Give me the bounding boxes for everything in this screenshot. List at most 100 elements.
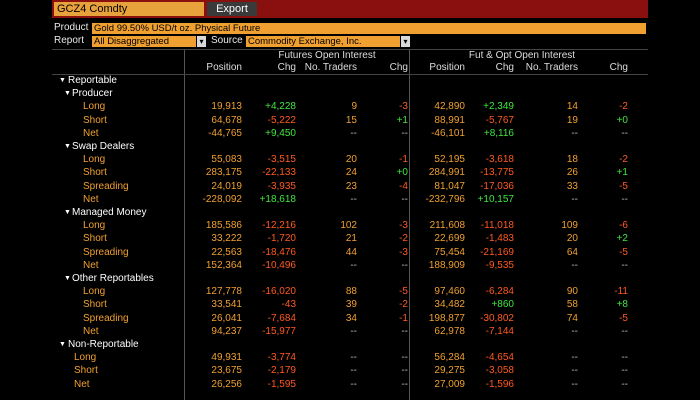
title-bar: GCZ4 Comdty Export xyxy=(52,0,648,18)
table-cell: -17,036 xyxy=(480,180,514,192)
table-cell: 52,195 xyxy=(434,154,465,166)
table-cell: 90 xyxy=(566,286,578,298)
table-cell: -1 xyxy=(399,312,408,324)
row-label: Net xyxy=(83,259,99,271)
table-cell: -2 xyxy=(399,233,408,245)
row-label: Net xyxy=(83,325,99,337)
table-cell: -16,020 xyxy=(262,286,296,298)
export-button[interactable]: Export xyxy=(207,2,257,16)
table-cell: -5 xyxy=(399,286,408,298)
ticker-field[interactable]: GCZ4 Comdty xyxy=(54,2,204,16)
subgroup-label: Producer xyxy=(72,88,113,100)
table-cell: -3,618 xyxy=(485,154,514,166)
table-cell: -7,684 xyxy=(267,312,296,324)
table-cell: -- xyxy=(350,193,357,205)
table-cell: -4 xyxy=(399,180,408,192)
table-cell: -5 xyxy=(619,312,628,324)
table-row: Long 55,083 -3,515 20 -1 52,195 -3,618 18 -2 xyxy=(52,153,648,166)
table-row: Net -228,092 +18,618 -- -- -232,796 +10,157 -- -… xyxy=(52,193,648,206)
table-cell: 152,364 xyxy=(205,259,242,271)
table-row: Long 49,931 -3,774 -- -- 56,284 -4,654 -- -- xyxy=(52,351,648,364)
row-label: Long xyxy=(83,286,106,298)
row-label: Short xyxy=(83,233,107,245)
group-row[interactable]: ▼ Non-Reportable xyxy=(52,338,648,351)
col-traders[interactable]: No. Traders xyxy=(302,62,357,74)
table-cell: -3 xyxy=(399,220,408,232)
col-chg-fo[interactable]: Chg xyxy=(472,62,514,74)
table-cell: -- xyxy=(621,352,628,364)
collapse-icon[interactable]: ▼ xyxy=(64,206,71,219)
table-cell: -- xyxy=(571,259,578,271)
table-cell: 26 xyxy=(566,167,578,179)
col-chg[interactable]: Chg xyxy=(252,62,296,74)
table-row: Net 94,237 -15,977 -- -- 62,978 -7,144 -- -- xyxy=(52,325,648,338)
col-traders-fo[interactable]: No. Traders xyxy=(522,62,578,74)
table-cell: -- xyxy=(571,365,578,377)
table-cell: -- xyxy=(621,365,628,377)
table-row: Long 127,778 -16,020 88 -5 97,460 -6,284 90 -11 xyxy=(52,285,648,298)
table-cell: 42,890 xyxy=(434,101,465,113)
table-cell: 27,009 xyxy=(434,378,465,390)
table-cell: -- xyxy=(401,325,408,337)
table-cell: -13,775 xyxy=(480,167,514,179)
chevron-down-icon[interactable]: ▾ xyxy=(197,36,206,47)
source-select[interactable]: Commodity Exchange, Inc. xyxy=(246,36,400,47)
collapse-icon[interactable]: ▼ xyxy=(59,74,66,87)
table-cell: -228,092 xyxy=(202,193,242,205)
subgroup-row[interactable]: ▼ Producer xyxy=(52,87,648,100)
table-cell: 22,563 xyxy=(211,246,242,258)
table-cell: 58 xyxy=(566,299,578,311)
table-cell: 94,237 xyxy=(211,325,242,337)
table-cell: 24,019 xyxy=(211,180,242,192)
report-select[interactable]: All Disaggregated xyxy=(92,36,196,47)
row-label: Net xyxy=(74,378,90,390)
table-cell: 55,083 xyxy=(211,154,242,166)
collapse-icon[interactable]: ▼ xyxy=(64,87,71,100)
row-label: Spreading xyxy=(83,312,129,324)
table-cell: -- xyxy=(621,325,628,337)
table-cell: 33,222 xyxy=(211,233,242,245)
futopt-group-header: Fut & Opt Open Interest xyxy=(468,50,576,61)
table-row: Spreading 26,041 -7,684 34 -1 198,877 -30,802 7… xyxy=(52,312,648,325)
table-cell: -3,935 xyxy=(267,180,296,192)
table-cell: 20 xyxy=(566,233,578,245)
col-chg2-fo[interactable]: Chg xyxy=(592,62,628,74)
source-label: Source xyxy=(211,35,243,46)
table-cell: 39 xyxy=(345,299,357,311)
table-cell: -6 xyxy=(619,220,628,232)
subgroup-row[interactable]: ▼ Other Reportables xyxy=(52,272,648,285)
col-position-fo[interactable]: Position xyxy=(412,62,465,74)
table-row: Short 33,541 -43 39 -2 34,482 +860 58 +8 xyxy=(52,298,648,311)
table-cell: 56,284 xyxy=(434,352,465,364)
col-position[interactable]: Position xyxy=(192,62,242,74)
product-field[interactable]: Gold 99.50% USD/t oz. Physical Future xyxy=(92,23,646,34)
table-cell: 283,175 xyxy=(205,167,242,179)
row-label: Long xyxy=(83,154,106,166)
table-row: Net 26,256 -1,595 -- -- 27,009 -1,596 -- -- xyxy=(52,378,648,391)
table-cell: 211,608 xyxy=(429,220,465,232)
table-cell: -18,476 xyxy=(262,246,296,258)
subgroup-row[interactable]: ▼ Swap Dealers xyxy=(52,140,648,153)
table-cell: -- xyxy=(621,127,628,139)
table-cell: 33,541 xyxy=(211,299,242,311)
collapse-icon[interactable]: ▼ xyxy=(59,338,66,351)
table-cell: -232,796 xyxy=(425,193,465,205)
table-row: Spreading 24,019 -3,935 23 -4 81,047 -17,036 33… xyxy=(52,180,648,193)
table-cell: -- xyxy=(350,325,357,337)
table-cell: 20 xyxy=(345,154,357,166)
table-cell: -- xyxy=(621,378,628,390)
table-cell: +4,228 xyxy=(265,101,296,113)
table-cell: -21,169 xyxy=(480,246,514,258)
group-row[interactable]: ▼ Reportable xyxy=(52,74,648,87)
table-cell: +8,116 xyxy=(483,127,514,139)
table-cell: -- xyxy=(401,193,408,205)
table-cell: 23 xyxy=(345,180,357,192)
col-chg2[interactable]: Chg xyxy=(372,62,408,74)
table-cell: 64 xyxy=(566,246,578,258)
subgroup-row[interactable]: ▼ Managed Money xyxy=(52,206,648,219)
chevron-down-icon[interactable]: ▾ xyxy=(401,36,410,47)
table-cell: -- xyxy=(571,193,578,205)
collapse-icon[interactable]: ▼ xyxy=(64,272,71,285)
collapse-icon[interactable]: ▼ xyxy=(64,140,71,153)
table-cell: -3,058 xyxy=(485,365,514,377)
